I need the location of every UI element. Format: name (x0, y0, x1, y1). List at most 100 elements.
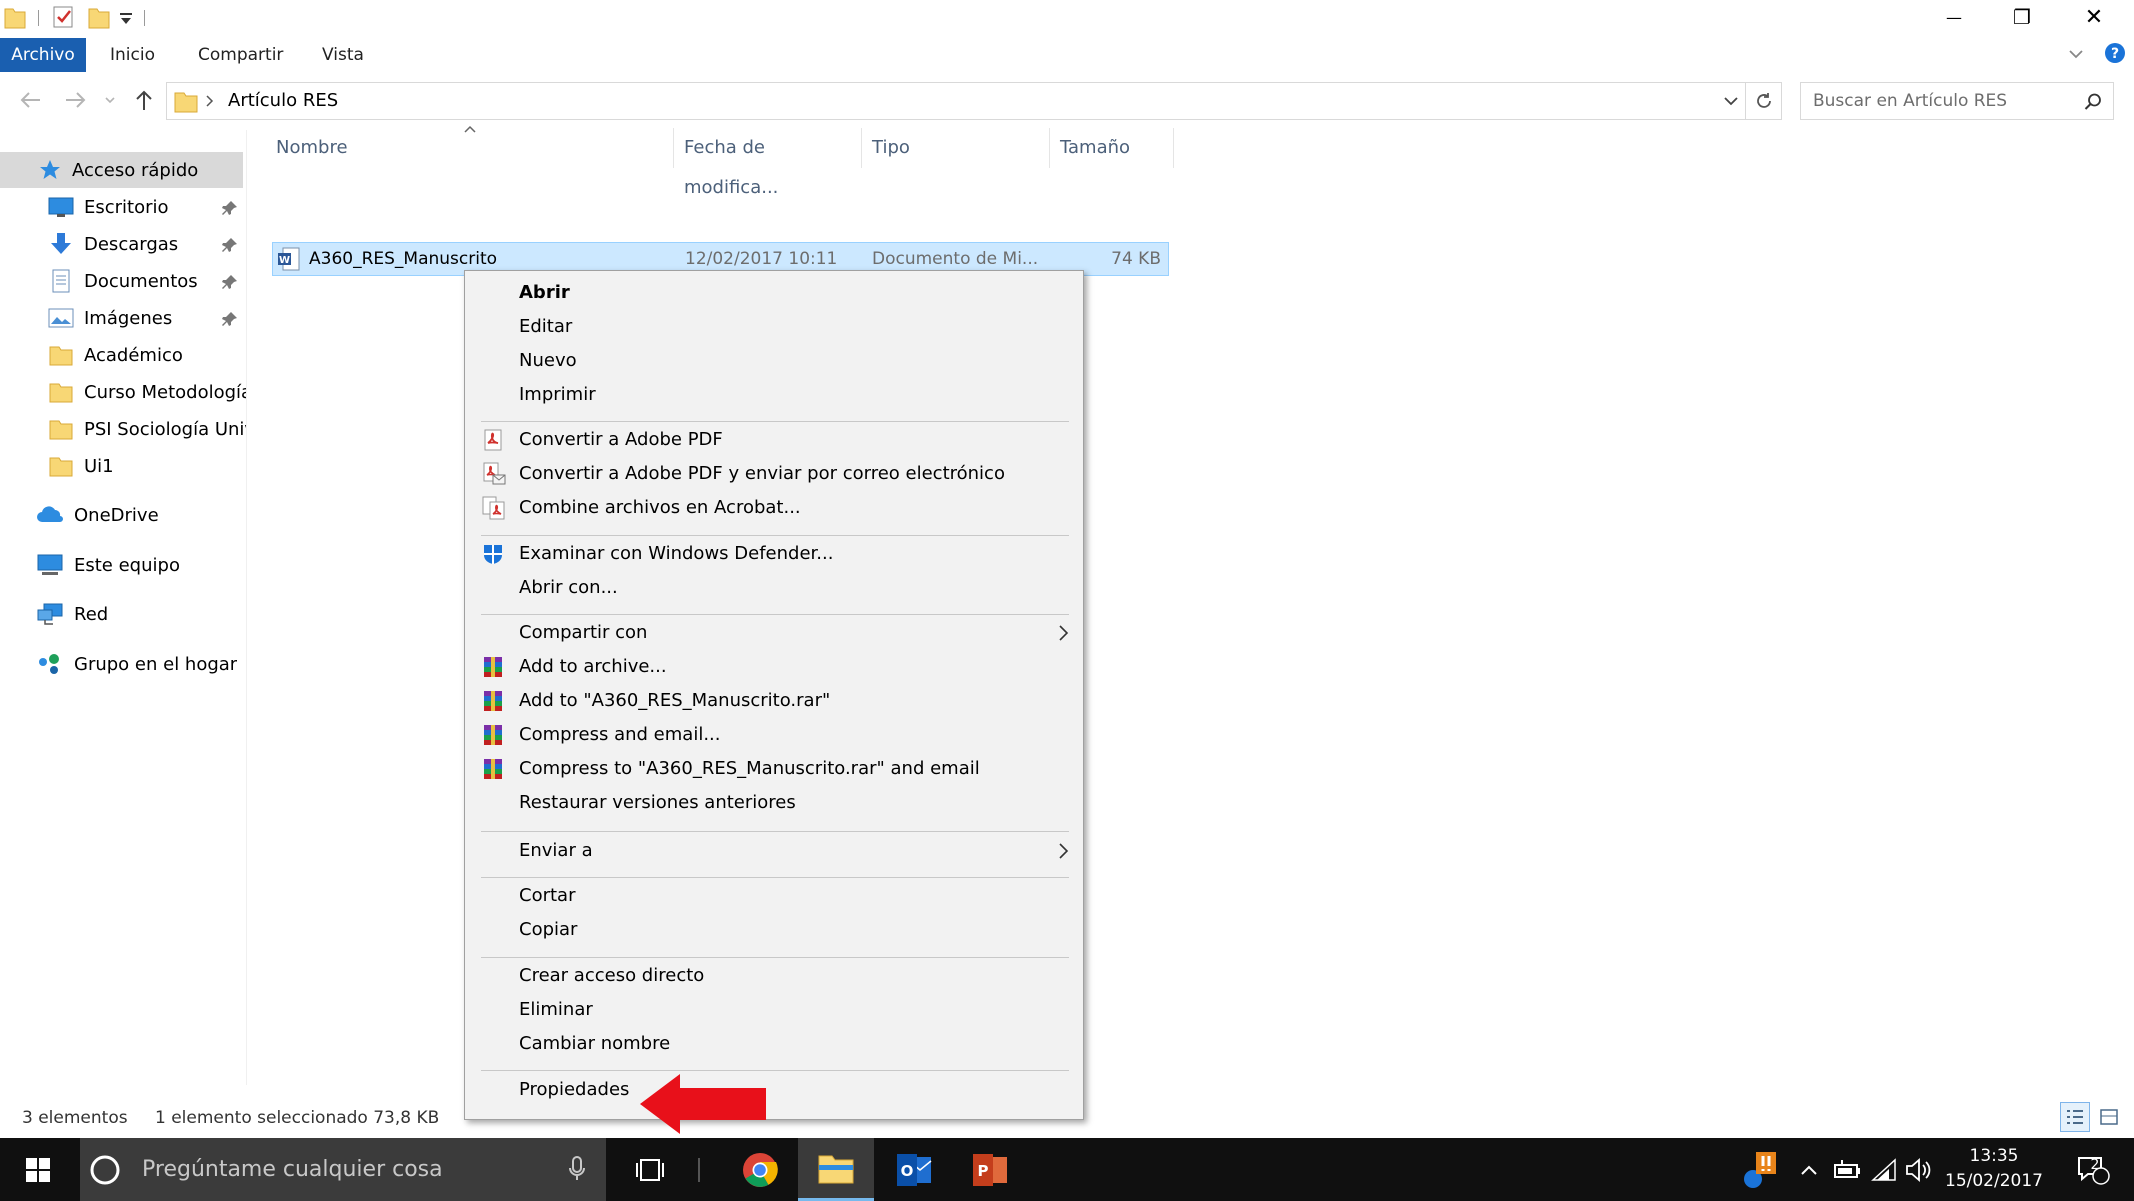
nav-item-label: Grupo en el hogar (74, 653, 238, 675)
column-header-fecha[interactable]: Fecha de modifica... (674, 128, 862, 198)
nav-item-curso-metodologia[interactable]: Curso Metodología (0, 374, 246, 410)
tab-compartir[interactable]: Compartir (188, 38, 293, 72)
pin-icon[interactable] (222, 200, 238, 216)
context-menu: Abrir Editar Nuevo Imprimir Convertir a … (464, 270, 1084, 1120)
menu-separator (481, 614, 1069, 615)
battery-button[interactable] (1830, 1138, 1864, 1201)
menu-item-abrir-con[interactable]: Abrir con... (465, 571, 1085, 604)
folder-icon (49, 457, 73, 477)
up-button[interactable] (126, 82, 162, 118)
menu-item-cortar[interactable]: Cortar (465, 879, 1085, 912)
show-hidden-icons-button[interactable] (1794, 1138, 1824, 1201)
nav-item-ui1[interactable]: Ui1 (0, 448, 246, 484)
nav-item-escritorio[interactable]: Escritorio (0, 189, 246, 225)
task-view-button[interactable] (612, 1138, 688, 1201)
search-box[interactable] (1800, 82, 2114, 120)
column-header-nombre[interactable]: Nombre (266, 128, 674, 168)
volume-icon (1906, 1157, 1931, 1182)
pin-icon[interactable] (222, 274, 238, 290)
taskbar-powerpoint[interactable]: P (952, 1138, 1028, 1201)
file-explorer-icon (818, 1155, 854, 1184)
nav-item-imagenes[interactable]: Imágenes (0, 300, 246, 336)
pin-icon[interactable] (222, 311, 238, 327)
battery-icon (1834, 1159, 1860, 1178)
nav-item-onedrive[interactable]: OneDrive (0, 497, 246, 533)
menu-item-copiar[interactable]: Copiar (465, 913, 1085, 946)
nav-item-documentos[interactable]: Documentos (0, 263, 246, 299)
breadcrumb-current-folder[interactable]: Artículo RES (228, 82, 338, 120)
menu-item-combinar-acrobat[interactable]: Combine archivos en Acrobat... (465, 491, 1085, 524)
menu-item-restaurar-versiones[interactable]: Restaurar versiones anteriores (465, 786, 1085, 819)
title-bar (0, 0, 2134, 36)
taskbar-divider (698, 1158, 700, 1182)
chrome-icon (743, 1152, 778, 1187)
menu-item-compress-email[interactable]: Compress and email... (465, 718, 1085, 751)
nav-item-grupo-hogar[interactable]: Grupo en el hogar (0, 646, 246, 682)
expand-ribbon-icon[interactable] (2066, 44, 2086, 64)
menu-item-nuevo[interactable]: Nuevo (465, 344, 1085, 377)
recent-locations-button[interactable] (102, 92, 118, 108)
menu-item-eliminar[interactable]: Eliminar (465, 993, 1085, 1026)
menu-item-windows-defender[interactable]: Examinar con Windows Defender... (465, 537, 1085, 570)
start-button[interactable] (0, 1138, 76, 1201)
acrobat-icon (484, 429, 502, 451)
menu-item-propiedades[interactable]: Propiedades (465, 1073, 1085, 1106)
refresh-button[interactable] (1746, 82, 1782, 120)
restore-button[interactable]: ❐ (1988, 0, 2056, 34)
menu-item-convertir-pdf-correo[interactable]: Convertir a Adobe PDF y enviar por corre… (465, 457, 1085, 490)
tab-inicio[interactable]: Inicio (100, 38, 165, 72)
nav-item-psi-sociologia[interactable]: PSI Sociología Univ (0, 411, 246, 447)
taskbar-chrome[interactable] (722, 1138, 798, 1201)
tab-vista[interactable]: Vista (312, 38, 374, 72)
column-header-tamano[interactable]: Tamaño (1050, 128, 1174, 168)
nav-item-red[interactable]: Red (0, 596, 246, 632)
nav-item-label: PSI Sociología Univ (84, 418, 246, 440)
menu-item-crear-acceso-directo[interactable]: Crear acceso directo (465, 959, 1085, 992)
nav-item-academico[interactable]: Académico (0, 337, 246, 373)
breadcrumb-chevron-icon[interactable] (204, 94, 216, 108)
menu-item-compress-rar-email[interactable]: Compress to "A360_RES_Manuscrito.rar" an… (465, 752, 1085, 785)
action-center-button[interactable]: 2 (2060, 1138, 2126, 1201)
new-folder-icon[interactable] (88, 4, 110, 30)
minimize-button[interactable]: — (1920, 0, 1988, 34)
microphone-icon[interactable] (568, 1156, 586, 1182)
large-icons-view-button[interactable] (2094, 1102, 2124, 1132)
cortana-search-box[interactable]: Pregúntame cualquier cosa (80, 1138, 606, 1201)
properties-icon[interactable] (52, 4, 76, 30)
search-input[interactable] (1813, 83, 2073, 119)
menu-item-imprimir[interactable]: Imprimir (465, 378, 1085, 411)
help-icon[interactable]: ? (2104, 42, 2126, 64)
taskbar-file-explorer[interactable] (798, 1138, 874, 1201)
menu-item-compartir-con[interactable]: Compartir con (465, 616, 1085, 649)
nav-item-acceso-rapido[interactable]: Acceso rápido (0, 152, 243, 188)
menu-item-add-archive[interactable]: Add to archive... (465, 650, 1085, 683)
nav-item-este-equipo[interactable]: Este equipo (0, 547, 246, 583)
nav-item-descargas[interactable]: Descargas (0, 226, 246, 262)
close-button[interactable]: ✕ (2060, 0, 2128, 34)
tray-app-alert[interactable] (1740, 1138, 1780, 1201)
customize-quick-access-icon[interactable] (118, 10, 134, 26)
search-icon[interactable] (2083, 92, 2103, 112)
menu-item-cambiar-nombre[interactable]: Cambiar nombre (465, 1027, 1085, 1060)
menu-item-editar[interactable]: Editar (465, 310, 1085, 343)
back-button[interactable] (12, 82, 48, 118)
menu-item-enviar-a[interactable]: Enviar a (465, 834, 1085, 867)
pin-icon[interactable] (222, 237, 238, 253)
close-icon: ✕ (2084, 4, 2104, 30)
column-header-tipo[interactable]: Tipo (862, 128, 1050, 168)
network-tray-button[interactable] (1868, 1138, 1902, 1201)
system-clock[interactable]: 13:35 15/02/2017 (1930, 1144, 2058, 1194)
submenu-chevron-icon (1059, 625, 1069, 641)
taskbar-outlook[interactable]: O (876, 1138, 952, 1201)
pane-splitter[interactable] (246, 130, 247, 1085)
nav-item-label: Red (74, 603, 109, 625)
svg-text:P: P (978, 1162, 989, 1180)
forward-button[interactable] (58, 82, 94, 118)
details-view-button[interactable] (2060, 1102, 2090, 1132)
menu-item-add-to-rar[interactable]: Add to "A360_RES_Manuscrito.rar" (465, 684, 1085, 717)
address-bar[interactable] (166, 82, 1746, 120)
menu-item-abrir[interactable]: Abrir (465, 276, 1085, 309)
address-dropdown-icon[interactable] (1722, 92, 1740, 110)
menu-item-convertir-pdf[interactable]: Convertir a Adobe PDF (465, 423, 1085, 456)
tab-archivo[interactable]: Archivo (0, 38, 86, 72)
